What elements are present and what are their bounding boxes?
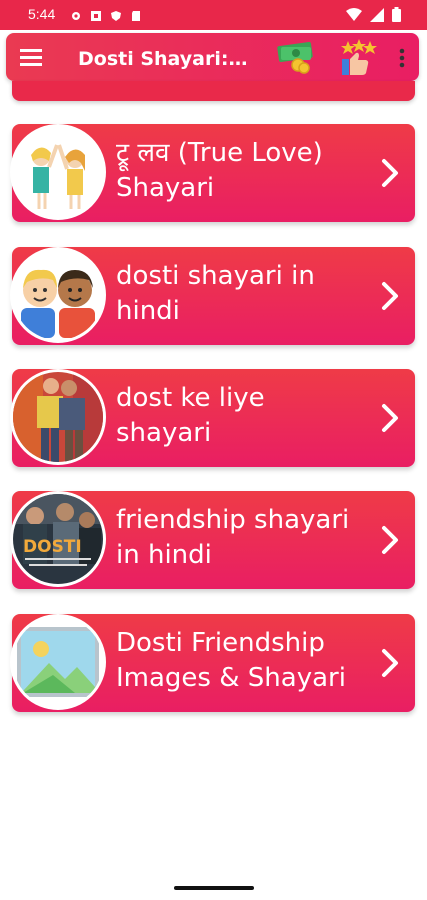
poster-text: DOSTI [23,537,82,557]
image-gallery-icon [10,614,106,710]
category-card-friendship-shayari-hindi[interactable]: DOSTI friendship shayari in hindi [10,491,415,589]
more-options-icon[interactable] [398,47,406,69]
status-bar: 5:44 [0,0,427,30]
card-label: friendship shayari in hindi [116,505,350,570]
money-icon[interactable] [276,41,316,75]
friends-cartoon-image [10,247,106,343]
signal-icon [370,7,384,26]
system-icons [346,7,401,26]
app-title: Dosti Shayari:दो... [78,48,258,70]
dosti-poster-image: DOSTI [10,491,106,587]
status-time: 5:44 [28,6,56,22]
notification-icons [70,7,142,21]
sd-card-notification-icon [130,7,142,21]
card-label: ट्रू लव (True Love) Shayari [116,138,323,203]
rate-icon[interactable] [338,39,378,77]
chevron-right-icon [379,403,401,433]
category-card-friendship-images[interactable]: Dosti Friendship Images & Shayari [10,614,415,712]
card-label: Dosti Friendship Images & Shayari [116,628,346,693]
app-notification-icon [90,7,102,21]
menu-icon[interactable] [20,47,42,67]
chevron-right-icon [379,648,401,678]
card-label: dosti shayari in hindi [116,261,315,326]
chevron-right-icon [379,525,401,555]
category-card-dost-ke-liye[interactable]: dost ke liye shayari [10,369,415,467]
wifi-icon [346,7,362,26]
settings-notification-icon [70,7,82,20]
true-love-image [10,124,106,220]
category-card-dosti-shayari-hindi[interactable]: dosti shayari in hindi [10,247,415,345]
friends-photo-image [10,369,106,465]
battery-icon [392,7,401,26]
category-card-true-love[interactable]: ट्रू लव (True Love) Shayari [10,124,415,222]
chevron-right-icon [379,281,401,311]
partial-card-top[interactable] [12,81,415,101]
shield-notification-icon [110,7,122,21]
navigation-handle[interactable] [174,886,254,890]
chevron-right-icon [379,158,401,188]
app-bar: Dosti Shayari:दो... [6,33,419,81]
card-label: dost ke liye shayari [116,383,265,448]
